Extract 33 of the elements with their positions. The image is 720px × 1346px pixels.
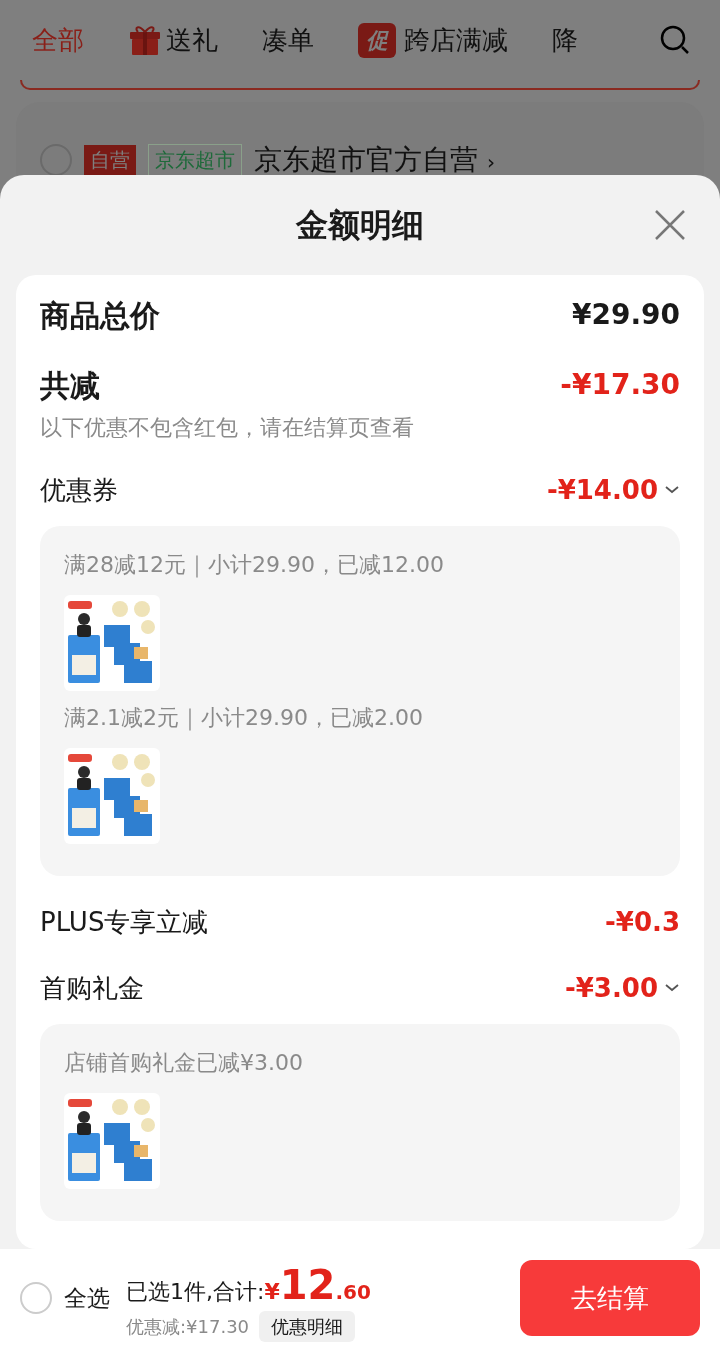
chevron-icon[interactable] (664, 485, 680, 495)
row-value: -¥14.00 (546, 473, 658, 507)
category-tab[interactable]: 凑单 (262, 20, 314, 60)
row-label: 首购礼金 (40, 971, 144, 1005)
row-label: 共减 (40, 366, 100, 405)
promo-badge: 促 (358, 22, 396, 58)
category-tab[interactable]: 降 (552, 20, 578, 60)
discount-text: 满28减12元｜小计29.90，已减12.00 (64, 551, 445, 580)
discount-summary: 优惠减:¥17.30 (126, 1314, 250, 1339)
row-label: PLUS专享立减 (40, 905, 209, 939)
category-tab[interactable]: 促 跨店满减 (358, 20, 508, 60)
close-icon[interactable] (654, 209, 686, 241)
summary-text: 已选1件,合计: (126, 1277, 265, 1306)
checkout-button[interactable]: 去结算 (520, 1260, 700, 1336)
select-all-label[interactable]: 全选 (64, 1280, 110, 1316)
row-value: -¥0.3 (605, 905, 680, 939)
row-value: ¥29.90 (571, 297, 680, 333)
row-value: -¥17.30 (560, 367, 680, 403)
row-label: 商品总价 (40, 296, 160, 335)
chevron-icon[interactable] (664, 983, 680, 993)
search-icon[interactable] (660, 25, 690, 55)
category-tab[interactable]: 送礼 (128, 20, 218, 60)
row-label: 优惠券 (40, 473, 118, 507)
discount-text: 店铺首购礼金已减¥3.00 (64, 1049, 304, 1077)
discount-text: 满2.1减2元｜小计29.90，已减2.00 (64, 704, 424, 733)
total-price: ¥12.60 (264, 1260, 371, 1310)
store-tag: 自营 (84, 145, 136, 175)
note-text: 以下优惠不包含红包，请在结算页查看 (40, 414, 415, 442)
sheet-title: 金额明细 (296, 205, 424, 246)
store-name[interactable]: 京东超市官方自营 › (254, 139, 495, 175)
row-value: -¥3.00 (564, 971, 658, 1005)
gift-icon (128, 24, 162, 56)
detail-button[interactable]: 优惠明细 (259, 1310, 356, 1342)
